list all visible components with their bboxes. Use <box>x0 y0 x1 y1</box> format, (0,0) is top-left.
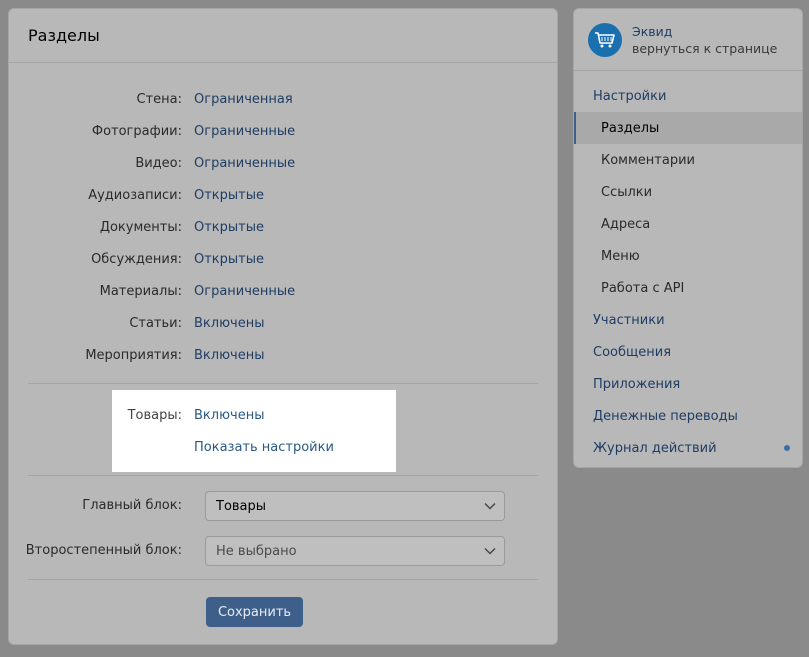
main-block-select[interactable]: Товары <box>205 491 505 521</box>
section-value-link[interactable]: Ограниченные <box>194 124 295 139</box>
sections-card: Разделы Стена: Ограниченная Фотографии: … <box>8 8 558 645</box>
nav-item-label: Журнал действий <box>593 440 717 456</box>
nav-item-transfers[interactable]: Денежные переводы <box>574 400 802 432</box>
divider <box>28 579 538 580</box>
section-value-link[interactable]: Открытые <box>194 252 264 267</box>
section-row-documents: Документы: Открытые <box>9 217 559 237</box>
section-row-audio: Аудиозаписи: Открытые <box>9 185 559 205</box>
show-settings-link[interactable]: Показать настройки <box>194 440 334 455</box>
section-row-articles: Статьи: Включены <box>9 313 559 333</box>
section-row-events: Мероприятия: Включены <box>9 345 559 365</box>
divider <box>28 475 538 476</box>
back-to-page-link[interactable]: вернуться к странице <box>632 41 777 56</box>
section-value-link[interactable]: Ограниченная <box>194 92 293 107</box>
section-row-materials: Материалы: Ограниченные <box>9 281 559 301</box>
section-label: Видео: <box>135 155 182 171</box>
section-row-photos: Фотографии: Ограниченные <box>9 121 559 141</box>
section-label: Стена: <box>136 91 183 107</box>
section-label: Мероприятия: <box>85 347 182 363</box>
section-label: Документы: <box>99 219 182 235</box>
save-button[interactable]: Сохранить <box>206 597 303 627</box>
main-block-label: Главный блок: <box>82 498 182 513</box>
nav-item-addresses[interactable]: Адреса <box>574 208 802 240</box>
shop-cart-icon <box>588 22 622 57</box>
nav-item-comments[interactable]: Комментарии <box>574 144 802 176</box>
section-label: Статьи: <box>129 315 182 331</box>
section-row-video: Видео: Ограниченные <box>9 153 559 173</box>
nav-item-action-log[interactable]: Журнал действий <box>574 432 802 464</box>
section-label: Аудиозаписи: <box>88 187 182 203</box>
section-row-discussions: Обсуждения: Открытые <box>9 249 559 269</box>
nav-item-apps[interactable]: Приложения <box>574 368 802 400</box>
chevron-down-icon <box>476 547 504 555</box>
section-label: Материалы: <box>99 283 182 299</box>
section-value-link[interactable]: Ограниченные <box>194 156 295 171</box>
section-row-wall: Стена: Ограниченная <box>9 89 559 109</box>
secondary-block-label: Второстепенный блок: <box>25 543 182 558</box>
chevron-down-icon <box>476 502 504 510</box>
section-value-link[interactable]: Открытые <box>194 220 264 235</box>
page-title: Разделы <box>28 26 100 45</box>
section-value-link[interactable]: Ограниченные <box>194 284 295 299</box>
notification-dot-icon <box>784 445 790 451</box>
divider <box>28 383 538 384</box>
nav-item-members[interactable]: Участники <box>574 304 802 336</box>
section-value-link[interactable]: Включены <box>194 316 264 331</box>
nav-item-sections[interactable]: Разделы <box>574 112 802 144</box>
nav-item-settings[interactable]: Настройки <box>574 80 802 112</box>
nav-item-messages[interactable]: Сообщения <box>574 336 802 368</box>
section-label: Товары: <box>127 407 182 423</box>
secondary-block-value: Не выбрано <box>216 543 297 559</box>
section-value-link[interactable]: Включены <box>194 348 264 363</box>
section-label: Обсуждения: <box>91 251 182 267</box>
nav-item-links[interactable]: Ссылки <box>574 176 802 208</box>
section-value-link[interactable]: Открытые <box>194 188 264 203</box>
nav-item-menu[interactable]: Меню <box>574 240 802 272</box>
sidebar-card: Эквид вернуться к странице Настройки Раз… <box>573 8 803 468</box>
goods-highlight: Товары: Включены Показать настройки <box>112 390 396 472</box>
group-header[interactable]: Эквид вернуться к странице <box>574 9 802 71</box>
section-row-goods: Товары: Включены <box>9 405 559 425</box>
goods-settings-row: Показать настройки <box>9 437 559 457</box>
main-block-value: Товары <box>216 498 267 514</box>
group-name: Эквид <box>632 23 673 39</box>
secondary-block-select[interactable]: Не выбрано <box>205 536 505 566</box>
goods-value-link[interactable]: Включены <box>194 408 264 423</box>
section-label: Фотографии: <box>91 123 182 139</box>
nav-item-api[interactable]: Работа с API <box>574 272 802 304</box>
card-header: Разделы <box>9 9 557 63</box>
